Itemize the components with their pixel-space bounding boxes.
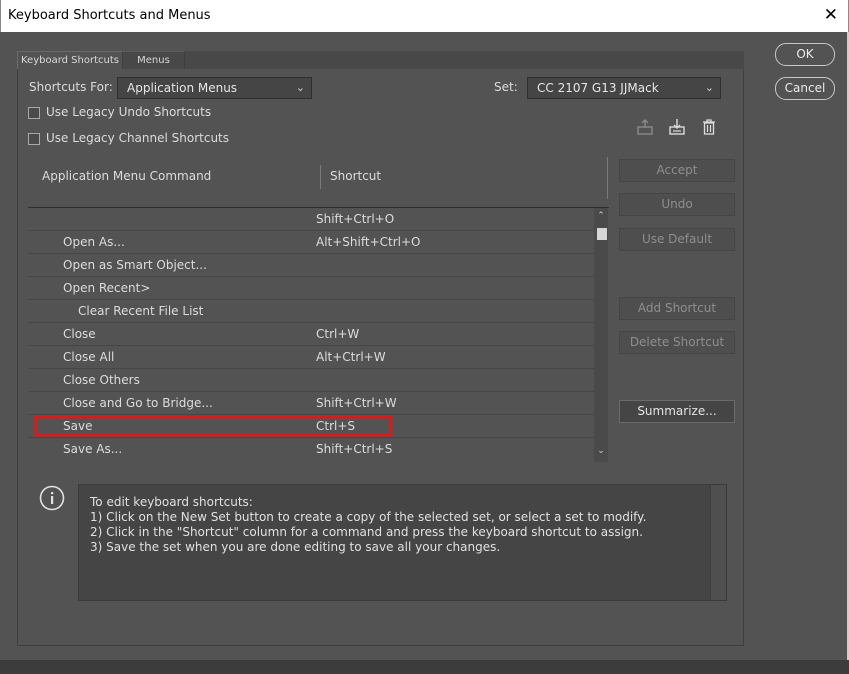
legacy-undo-label[interactable]: Use Legacy Undo Shortcuts xyxy=(46,105,211,119)
row-command: Clear Recent File List xyxy=(78,304,204,318)
delete-set-icon[interactable] xyxy=(700,118,718,136)
row-command: Close and Go to Bridge... xyxy=(63,396,213,410)
header-edge xyxy=(607,157,608,199)
row-shortcut[interactable]: Shift+Ctrl+W xyxy=(316,396,397,410)
window-title: Keyboard Shortcuts and Menus xyxy=(8,8,211,23)
title-bar: Keyboard Shortcuts and Menus ✕ xyxy=(0,0,849,32)
table-row[interactable]: Close All Alt+Ctrl+W xyxy=(28,346,594,369)
table-row[interactable]: Clear Recent File List xyxy=(28,300,594,323)
tab-keyboard-shortcuts[interactable]: Keyboard Shortcuts xyxy=(17,51,123,69)
accept-button[interactable]: Accept xyxy=(619,159,735,182)
chevron-down-icon: ⌄ xyxy=(295,81,305,94)
tab-bar xyxy=(185,51,744,69)
table-scrollbar[interactable]: ⌃ ⌄ xyxy=(594,208,608,462)
shortcuts-for-select[interactable]: Application Menus ⌄ xyxy=(117,77,312,99)
info-box: To edit keyboard shortcuts: 1) Click on … xyxy=(78,484,727,601)
info-icon xyxy=(39,485,65,511)
table-row[interactable]: Open as Smart Object... xyxy=(28,254,594,277)
info-text: To edit keyboard shortcuts: 1) Click on … xyxy=(90,495,646,555)
row-shortcut[interactable]: Shift+Ctrl+O xyxy=(316,212,394,226)
tab-menus[interactable]: Menus xyxy=(123,51,185,69)
bottom-strip xyxy=(0,660,849,674)
info-line: To edit keyboard shortcuts: xyxy=(90,495,253,509)
legacy-channel-label[interactable]: Use Legacy Channel Shortcuts xyxy=(46,131,229,145)
info-scrollbar[interactable] xyxy=(710,485,726,600)
row-command: Close xyxy=(63,327,96,341)
row-command: Save As... xyxy=(63,442,123,456)
use-default-button[interactable]: Use Default xyxy=(619,228,735,251)
row-shortcut[interactable]: Ctrl+S xyxy=(316,419,355,433)
table-row[interactable]: Open As... Alt+Shift+Ctrl+O xyxy=(28,231,594,254)
info-line: 3) Save the set when you are done editin… xyxy=(90,540,501,554)
set-label: Set: xyxy=(494,80,518,94)
row-command: Open as Smart Object... xyxy=(63,258,207,272)
table-row[interactable]: Close Ctrl+W xyxy=(28,323,594,346)
chevron-down-icon: ⌄ xyxy=(704,81,714,94)
row-command: Close Others xyxy=(63,373,140,387)
info-line: 1) Click on the New Set button to create… xyxy=(90,510,647,524)
table-row[interactable]: Open Recent> xyxy=(28,277,594,300)
summarize-button[interactable]: Summarize... xyxy=(619,400,735,423)
legacy-channel-checkbox[interactable] xyxy=(28,133,40,145)
row-shortcut[interactable]: Alt+Shift+Ctrl+O xyxy=(316,235,420,249)
row-command: Save xyxy=(63,419,93,433)
set-value: CC 2107 G13 JJMack xyxy=(537,81,659,95)
table-row[interactable]: Close Others xyxy=(28,369,594,392)
row-shortcut[interactable]: Alt+Ctrl+W xyxy=(316,350,386,364)
table-row[interactable]: Close and Go to Bridge... Shift+Ctrl+W xyxy=(28,392,594,415)
add-shortcut-button[interactable]: Add Shortcut xyxy=(619,297,735,320)
row-command: Close All xyxy=(63,350,115,364)
cancel-button[interactable]: Cancel xyxy=(775,77,835,100)
row-shortcut[interactable]: Ctrl+W xyxy=(316,327,359,341)
row-command: Open Recent> xyxy=(63,281,151,295)
scroll-down-icon[interactable]: ⌄ xyxy=(594,446,608,456)
ok-button[interactable]: OK xyxy=(775,43,835,66)
table-row[interactable]: Save Ctrl+S xyxy=(28,415,594,438)
undo-button[interactable]: Undo xyxy=(619,193,735,216)
save-set-icon[interactable] xyxy=(636,118,654,136)
table-row[interactable]: Shift+Ctrl+O xyxy=(28,208,594,231)
delete-shortcut-button[interactable]: Delete Shortcut xyxy=(619,331,735,354)
legacy-undo-checkbox[interactable] xyxy=(28,107,40,119)
row-shortcut[interactable]: Shift+Ctrl+S xyxy=(316,442,392,456)
close-icon[interactable]: ✕ xyxy=(824,5,838,25)
column-divider xyxy=(320,165,321,189)
shortcuts-for-value: Application Menus xyxy=(127,81,238,95)
new-set-icon[interactable] xyxy=(668,118,686,136)
row-command: Open As... xyxy=(63,235,125,249)
column-header-command[interactable]: Application Menu Command xyxy=(42,169,211,183)
scroll-up-icon[interactable]: ⌃ xyxy=(594,211,608,221)
table-header: Application Menu Command Shortcut xyxy=(28,157,608,199)
set-select[interactable]: CC 2107 G13 JJMack ⌄ xyxy=(527,77,721,99)
table-row[interactable]: Save As... Shift+Ctrl+S xyxy=(28,438,594,461)
scroll-thumb[interactable] xyxy=(597,228,607,240)
shortcuts-table[interactable]: Shift+Ctrl+O Open As... Alt+Shift+Ctrl+O… xyxy=(28,207,609,462)
shortcuts-for-label: Shortcuts For: xyxy=(29,80,113,94)
column-header-shortcut[interactable]: Shortcut xyxy=(330,169,381,183)
info-line: 2) Click in the "Shortcut" column for a … xyxy=(90,525,643,539)
